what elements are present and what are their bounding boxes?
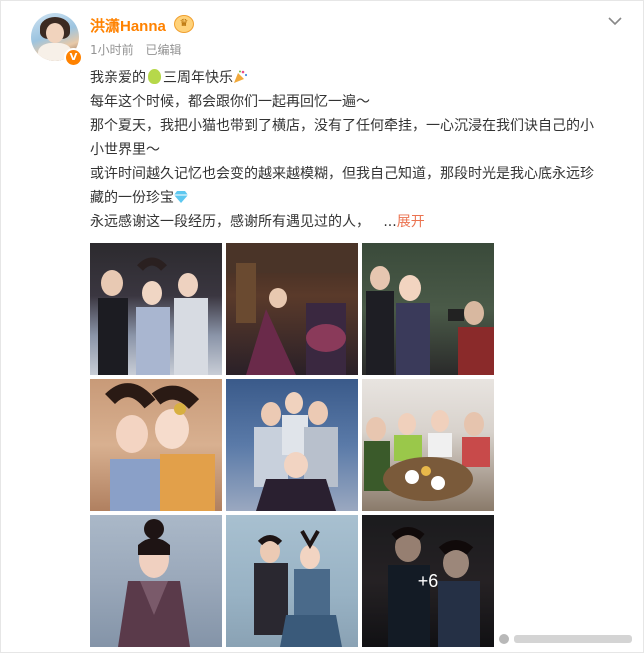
party-popper-icon: [234, 70, 247, 83]
watermark: [499, 634, 632, 644]
text-line: 藏的一份珍宝: [90, 186, 635, 210]
photo-3[interactable]: [362, 243, 494, 375]
photo-4[interactable]: [90, 379, 222, 511]
pear-icon: [148, 69, 161, 84]
photo-2[interactable]: [226, 243, 358, 375]
post-text: 我亲爱的 三周年快乐 每年这个时候，都会跟你们一起再回忆一遍～ 那个夏天，我把小猫…: [90, 66, 635, 234]
text-line: 那个夏天，我把小猫也带到了横店，没有了任何牵挂，一心沉浸在我们诀自己的小: [90, 118, 594, 134]
photo-6[interactable]: [362, 379, 494, 511]
username[interactable]: 洪潇Hanna: [90, 15, 166, 36]
photo-7[interactable]: [90, 515, 222, 647]
edited-label[interactable]: 已编辑: [145, 43, 181, 57]
text-line: 永远感谢这一段经历，感谢所有遇见过的人， ...展开: [90, 214, 425, 230]
text-line: 每年这个时候，都会跟你们一起再回忆一遍～: [90, 94, 370, 110]
text-line: 小世界里～: [90, 142, 160, 158]
post-meta: 1小时前 已编辑: [90, 41, 189, 58]
weibo-post-card: V 洪潇Hanna ♛ 1小时前 已编辑 我亲爱的 三周年快乐 每年这个时候，都会…: [0, 0, 644, 653]
more-photos-overlay[interactable]: +6: [362, 515, 494, 647]
crown-icon[interactable]: ♛: [174, 15, 194, 33]
text-line: 我亲爱的 三周年快乐: [90, 66, 635, 90]
photo-8[interactable]: [226, 515, 358, 647]
v-badge-icon: V: [64, 48, 83, 67]
chevron-down-icon[interactable]: [607, 13, 623, 29]
post-time[interactable]: 1小时前: [90, 43, 134, 57]
photo-5[interactable]: [226, 379, 358, 511]
expand-link[interactable]: 展开: [397, 214, 425, 230]
text-line: 或许时间越久记忆也会变的越来越模糊，但我自己知道，那段时光是我心底永远珍: [90, 166, 594, 182]
photo-9[interactable]: +6: [362, 515, 494, 647]
photo-1[interactable]: [90, 243, 222, 375]
gem-icon: [174, 191, 188, 203]
